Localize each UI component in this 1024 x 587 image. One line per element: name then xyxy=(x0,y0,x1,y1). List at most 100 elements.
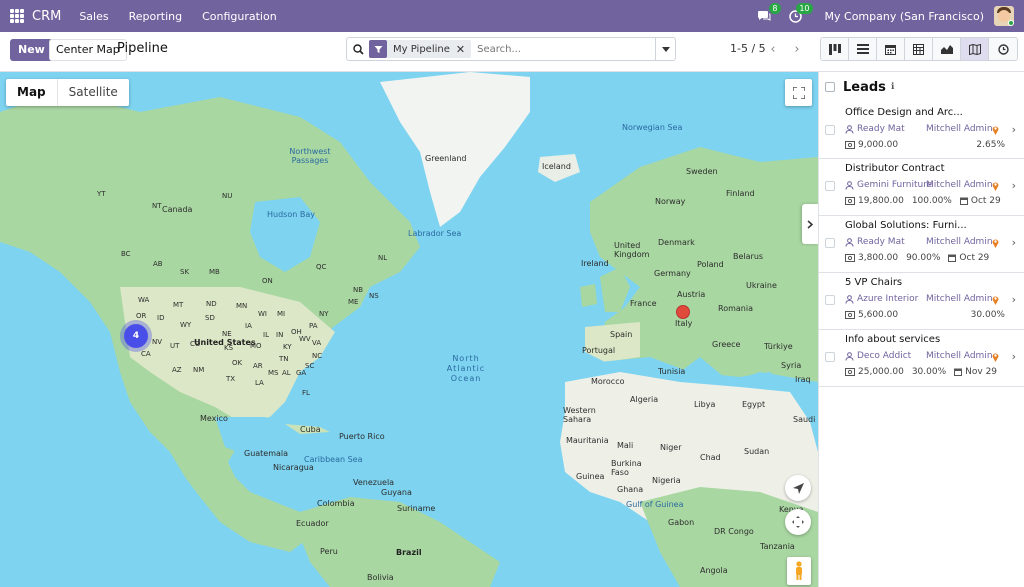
label-egypt: Egypt xyxy=(742,400,766,409)
map-marker-italy[interactable] xyxy=(676,305,690,319)
label-sweden: Sweden xyxy=(686,167,718,176)
label-western-sahara: Western Sahara xyxy=(563,406,596,424)
label-nt: NT xyxy=(152,202,162,210)
label-iraq: Iraq xyxy=(795,375,811,384)
menu-configuration[interactable]: Configuration xyxy=(202,10,277,23)
label-guatemala: Guatemala xyxy=(244,449,289,458)
map-marker-icon xyxy=(992,351,999,365)
app-name[interactable]: CRM xyxy=(32,9,61,24)
user-avatar[interactable] xyxy=(994,6,1014,26)
label-ny: NY xyxy=(319,310,329,318)
label-id: ID xyxy=(157,314,165,322)
kanban-icon xyxy=(828,43,841,55)
breadcrumb: Pipeline xyxy=(117,41,168,56)
user-icon xyxy=(845,351,854,361)
facet-remove-icon[interactable]: ✕ xyxy=(456,43,471,56)
apps-menu-icon[interactable] xyxy=(10,9,24,23)
pager-value[interactable]: 1-5 / 5 xyxy=(730,42,766,55)
chevron-right-icon xyxy=(807,219,813,229)
lead-stats: 5,600.00 30.00% xyxy=(845,310,1005,320)
search-options-toggle[interactable] xyxy=(655,38,675,60)
label-va: VA xyxy=(312,339,322,347)
map-canvas[interactable]: Map Satellite Greenland Iceland Canada N… xyxy=(0,72,818,587)
map-type-map-button[interactable]: Map xyxy=(6,79,57,106)
lead-item[interactable]: 5 VP Chairs Azure Interior Mitchell Admi… xyxy=(819,273,1024,330)
lead-stats: 25,000.00 30.00% Nov 29 xyxy=(845,367,997,377)
label-wv: WV xyxy=(299,335,311,343)
label-hudson-bay: Hudson Bay xyxy=(267,210,315,219)
label-suriname: Suriname xyxy=(397,504,436,513)
fullscreen-button[interactable] xyxy=(785,79,812,106)
calendar-view-button[interactable] xyxy=(877,38,905,60)
label-ks: KS xyxy=(224,344,234,352)
map-view-button[interactable] xyxy=(961,38,989,60)
lead-salesperson: Mitchell Admin xyxy=(926,237,993,247)
label-ca: CA xyxy=(141,350,151,358)
label-nm: NM xyxy=(193,366,205,374)
label-norway: Norway xyxy=(655,197,686,206)
list-view-button[interactable] xyxy=(849,38,877,60)
label-chad: Chad xyxy=(700,453,721,462)
street-view-pegman[interactable] xyxy=(787,557,811,585)
activity-view-button[interactable] xyxy=(989,38,1017,60)
user-icon xyxy=(845,124,854,134)
label-romania: Romania xyxy=(718,304,753,313)
lead-checkbox[interactable] xyxy=(825,295,835,305)
money-icon xyxy=(845,311,855,319)
activities-button[interactable]: 10 xyxy=(787,3,813,25)
label-greece: Greece xyxy=(712,340,741,349)
new-button[interactable]: New xyxy=(10,39,53,61)
lead-checkbox[interactable] xyxy=(825,352,835,362)
info-icon[interactable]: ℹ xyxy=(891,82,894,92)
label-guinea: Guinea xyxy=(576,472,605,481)
pager-next-button[interactable]: › xyxy=(786,38,808,60)
chevron-right-icon[interactable]: › xyxy=(1012,293,1016,306)
lead-checkbox[interactable] xyxy=(825,181,835,191)
pivot-view-button[interactable] xyxy=(905,38,933,60)
label-tx: TX xyxy=(226,375,236,383)
lead-item[interactable]: Distributor Contract Gemini Furniture Mi… xyxy=(819,159,1024,216)
lead-name: Global Solutions: Furni... xyxy=(845,220,967,231)
label-nigeria: Nigeria xyxy=(652,476,681,485)
label-mexico: Mexico xyxy=(200,414,228,423)
chevron-right-icon[interactable]: › xyxy=(1012,179,1016,192)
label-ecuador: Ecuador xyxy=(296,519,329,528)
sidebar-collapse-toggle[interactable] xyxy=(802,204,818,244)
lead-checkbox[interactable] xyxy=(825,238,835,248)
label-ky: KY xyxy=(283,343,292,351)
menu-sales[interactable]: Sales xyxy=(79,10,108,23)
chevron-right-icon[interactable]: › xyxy=(1012,350,1016,363)
label-labrador-sea: Labrador Sea xyxy=(408,229,462,238)
lead-item[interactable]: Office Design and Arc... Ready Mat Mitch… xyxy=(819,102,1024,159)
money-icon xyxy=(845,197,855,205)
pager-previous-button[interactable]: ‹ xyxy=(762,38,784,60)
label-tn: TN xyxy=(279,355,289,363)
navigate-button[interactable] xyxy=(785,475,811,501)
kanban-view-button[interactable] xyxy=(821,38,849,60)
label-ne: NE xyxy=(222,330,232,338)
camera-control-button[interactable] xyxy=(785,509,811,535)
map-cluster-marker[interactable]: 4 xyxy=(124,324,148,348)
lead-item[interactable]: Info about services Deco Addict Mitchell… xyxy=(819,330,1024,387)
messages-button[interactable]: 8 xyxy=(755,3,781,25)
label-ga: GA xyxy=(296,369,307,377)
label-saudi: Saudi A xyxy=(793,415,818,424)
search-input[interactable] xyxy=(477,43,658,55)
lead-checkbox[interactable] xyxy=(825,125,835,135)
label-north-atlantic: North Atlantic Ocean xyxy=(446,354,486,383)
lead-item[interactable]: Global Solutions: Furni... Ready Mat Mit… xyxy=(819,216,1024,273)
menu-reporting[interactable]: Reporting xyxy=(129,10,182,23)
graph-view-button[interactable] xyxy=(933,38,961,60)
label-italy: Italy xyxy=(675,319,693,328)
label-sk: SK xyxy=(180,268,190,276)
select-all-checkbox[interactable] xyxy=(825,82,835,92)
map-type-satellite-button[interactable]: Satellite xyxy=(56,79,129,106)
label-mauritania: Mauritania xyxy=(566,436,609,445)
activities-badge: 10 xyxy=(796,3,813,14)
label-cuba: Cuba xyxy=(300,425,321,434)
center-map-button[interactable]: Center Map xyxy=(49,39,127,61)
label-fl: FL xyxy=(302,389,310,397)
chevron-right-icon[interactable]: › xyxy=(1012,236,1016,249)
company-switcher[interactable]: My Company (San Francisco) xyxy=(825,10,984,23)
chevron-right-icon[interactable]: › xyxy=(1012,123,1016,136)
